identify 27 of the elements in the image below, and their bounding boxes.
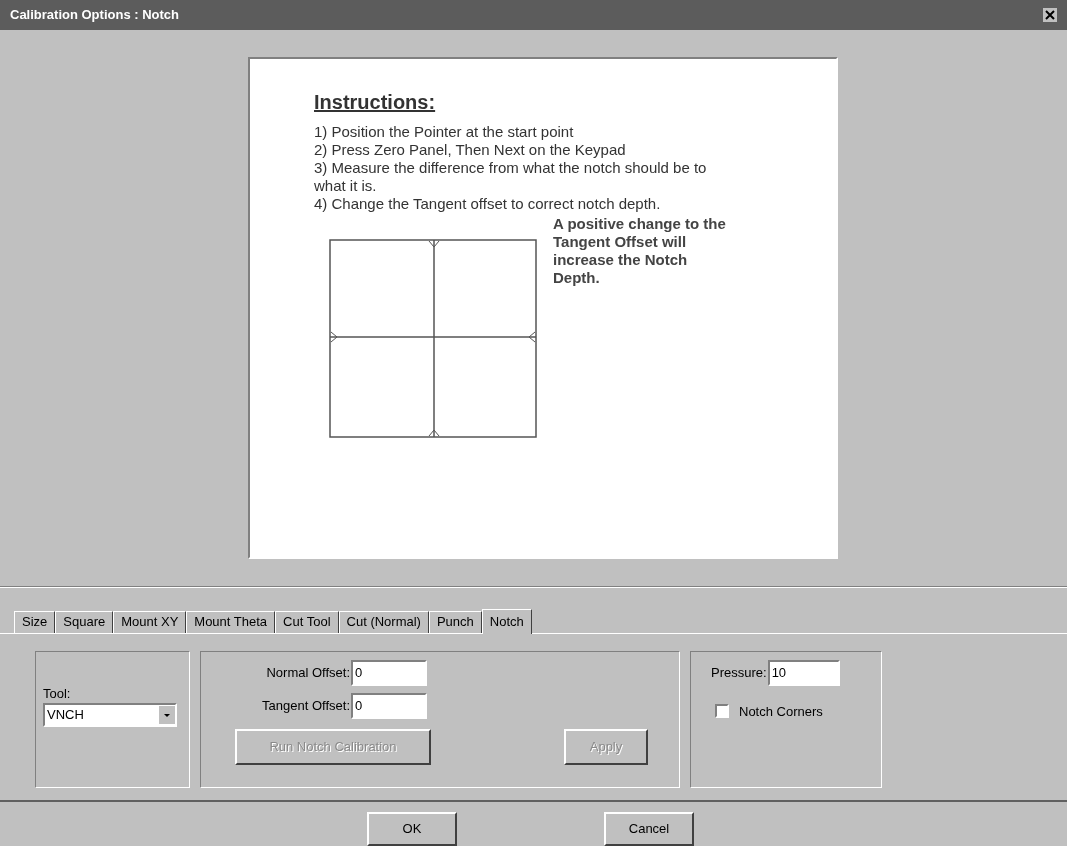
tab[interactable]: Notch xyxy=(481,608,532,634)
pressure-field[interactable]: 10 xyxy=(767,659,840,686)
instruction-step: 3) Measure the difference from what the notch should be to what it is. xyxy=(314,158,726,195)
normal-offset-field[interactable]: 0 xyxy=(351,659,427,686)
instruction-step: 2) Press Zero Panel, Then Next on the Keypad xyxy=(314,140,726,159)
window-title: Calibration Options : Notch xyxy=(10,6,179,25)
tab[interactable]: Square xyxy=(55,610,114,633)
tab[interactable]: Size xyxy=(14,610,56,633)
instruction-step: 1) Position the Pointer at the start point xyxy=(314,122,726,141)
tab[interactable]: Punch xyxy=(428,610,482,633)
dialog-button[interactable]: Cancel xyxy=(604,812,694,846)
tangent-offset-label: Tangent Offset: xyxy=(261,696,351,715)
tangent-offset-note: A positive change to the Tangent Offset will increase the Notch Depth. xyxy=(553,214,727,287)
instructions-heading: Instructions: xyxy=(314,89,437,115)
pressure-label: Pressure: xyxy=(711,663,768,682)
tool-dropdown[interactable]: VNCH xyxy=(43,703,177,728)
tab[interactable]: Mount XY xyxy=(113,610,187,633)
dialog-button[interactable]: OK xyxy=(367,812,457,846)
tab[interactable]: Cut Tool xyxy=(275,610,339,633)
close-icon[interactable] xyxy=(1043,7,1057,22)
tab[interactable]: Cut (Normal) xyxy=(338,610,429,633)
normal-offset-label: Normal Offset: xyxy=(265,663,351,682)
notch-corners-checkbox[interactable]: Notch Corners xyxy=(715,701,881,722)
tab[interactable]: Mount Theta xyxy=(186,610,276,633)
tool-label: Tool: xyxy=(43,684,72,703)
tangent-offset-field[interactable]: 0 xyxy=(351,692,427,719)
instruction-step: 4) Change the Tangent offset to correct notch depth. xyxy=(314,194,726,213)
